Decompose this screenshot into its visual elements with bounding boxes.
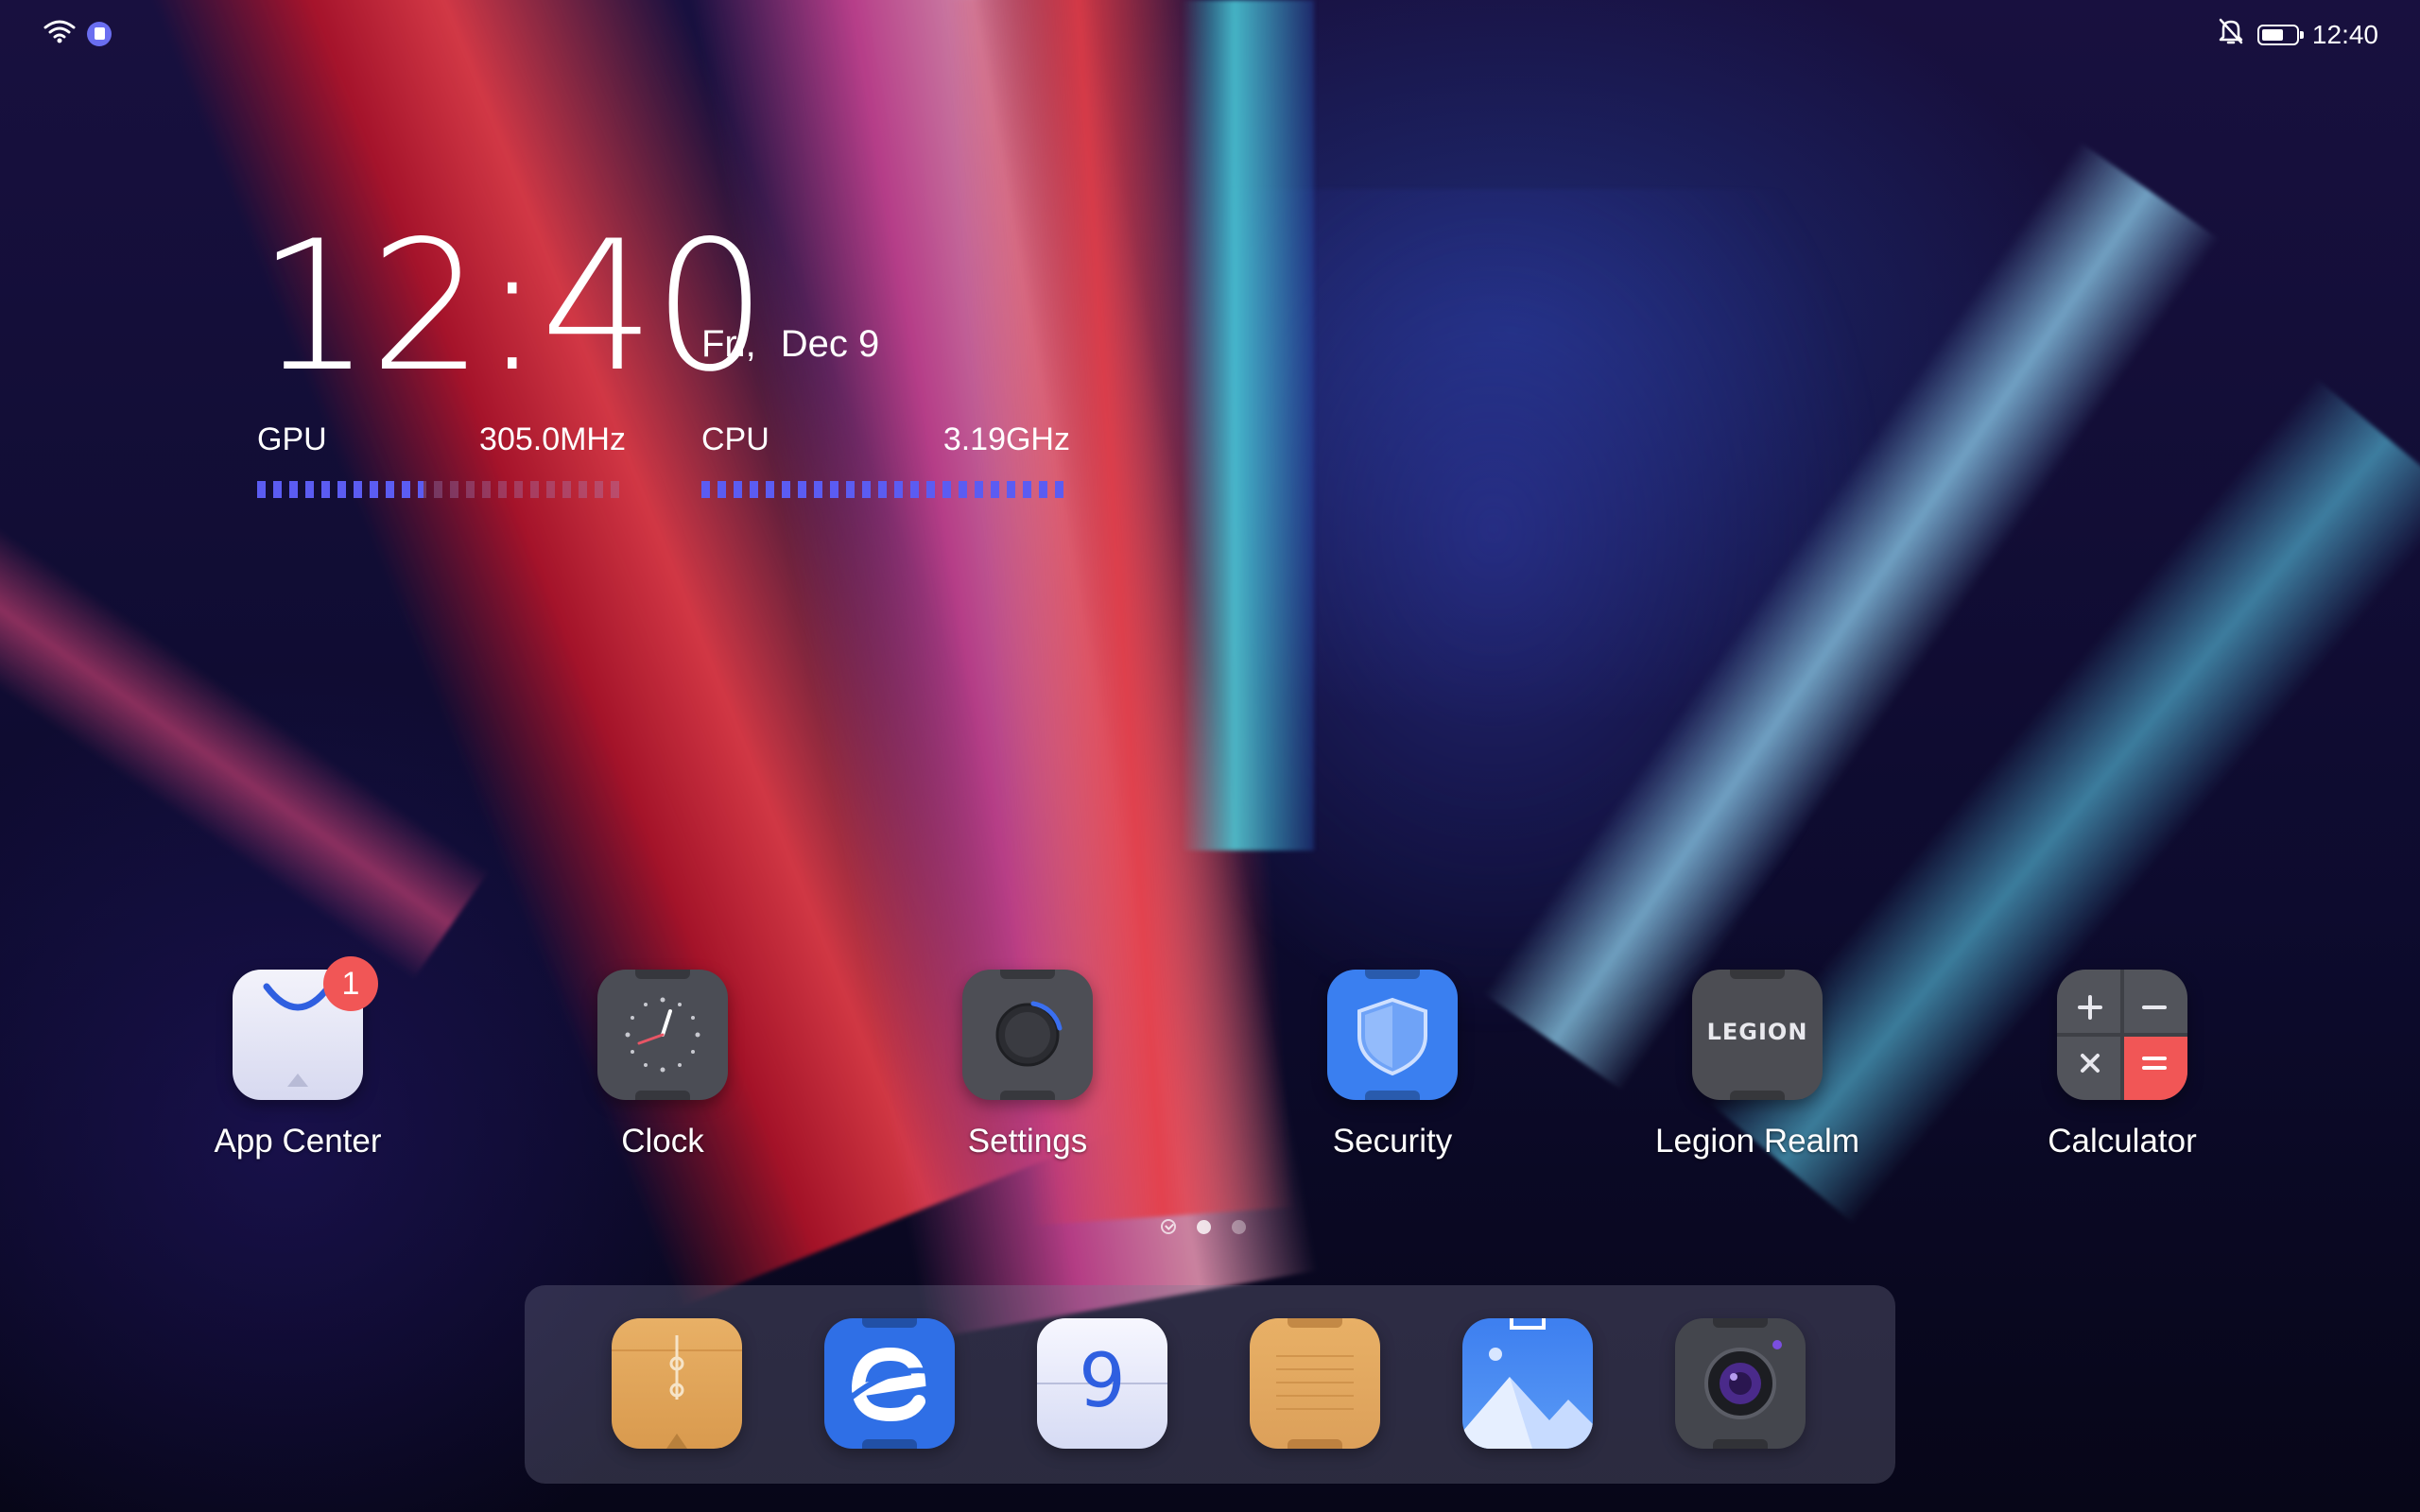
gpu-bar (257, 481, 626, 498)
app-label: Legion Realm (1655, 1123, 1859, 1160)
widget-date-text: Dec 9 (780, 323, 880, 365)
app-calculator[interactable]: Calculator (1980, 970, 2264, 1160)
shield-icon[interactable] (1327, 970, 1458, 1100)
file-manager-icon[interactable] (612, 1318, 742, 1449)
gpu-value: 305.0MHz (479, 421, 626, 457)
app-label: Security (1332, 1123, 1453, 1160)
gallery-icon[interactable] (1462, 1318, 1593, 1449)
cpu-label: CPU (701, 421, 769, 457)
home-page-icon[interactable] (1161, 1219, 1176, 1234)
app-label: Clock (621, 1123, 704, 1160)
widget-date: Fri, Dec 9 (701, 323, 879, 366)
app-app-center[interactable]: 1 App Center (156, 956, 440, 1160)
widget-day: Fri, (701, 323, 756, 365)
camera-icon[interactable] (1675, 1318, 1806, 1449)
calendar-icon[interactable]: 9 (1037, 1318, 1167, 1449)
app-settings[interactable]: Settings (886, 970, 1169, 1160)
widget-time: 12:40 (257, 202, 768, 411)
status-bar-left (43, 19, 112, 48)
notification-badge: 1 (323, 956, 378, 1011)
browser-icon[interactable] (824, 1318, 955, 1449)
wifi-icon (43, 19, 76, 48)
notes-icon[interactable] (1250, 1318, 1380, 1449)
clock-icon[interactable] (597, 970, 728, 1100)
gpu-meter: GPU 305.0MHz (257, 421, 626, 498)
app-clock[interactable]: Clock (521, 970, 804, 1160)
app-legion-realm[interactable]: LEGION Legion Realm (1616, 970, 1899, 1160)
sd-card-icon (87, 21, 112, 46)
legion-logo-text: LEGION (1706, 1019, 1808, 1045)
cpu-meter: CPU 3.19GHz (701, 421, 1070, 498)
app-label: Settings (967, 1123, 1088, 1160)
gpu-label: GPU (257, 421, 327, 457)
calendar-day: 9 (1079, 1339, 1126, 1424)
gear-knob-icon[interactable] (962, 970, 1093, 1100)
battery-icon (2256, 24, 2304, 45)
calculator-icon[interactable] (2057, 970, 2187, 1100)
dock: 9 (525, 1285, 1895, 1484)
page-dot[interactable] (1232, 1219, 1246, 1234)
cpu-bar (701, 481, 1070, 498)
app-label: App Center (214, 1123, 382, 1160)
cpu-value: 3.19GHz (942, 421, 1070, 457)
page-dot[interactable] (1197, 1219, 1211, 1234)
app-security[interactable]: Security (1251, 970, 1534, 1160)
status-time: 12:40 (2311, 19, 2378, 49)
status-bar-right: 12:40 (2218, 17, 2378, 52)
legion-logo-icon[interactable]: LEGION (1692, 970, 1823, 1100)
app-label: Calculator (2048, 1123, 2197, 1160)
page-indicator[interactable] (1161, 1219, 1246, 1234)
alarm-off-icon (2218, 17, 2244, 52)
shopping-bag-icon[interactable]: 1 (233, 956, 378, 1100)
